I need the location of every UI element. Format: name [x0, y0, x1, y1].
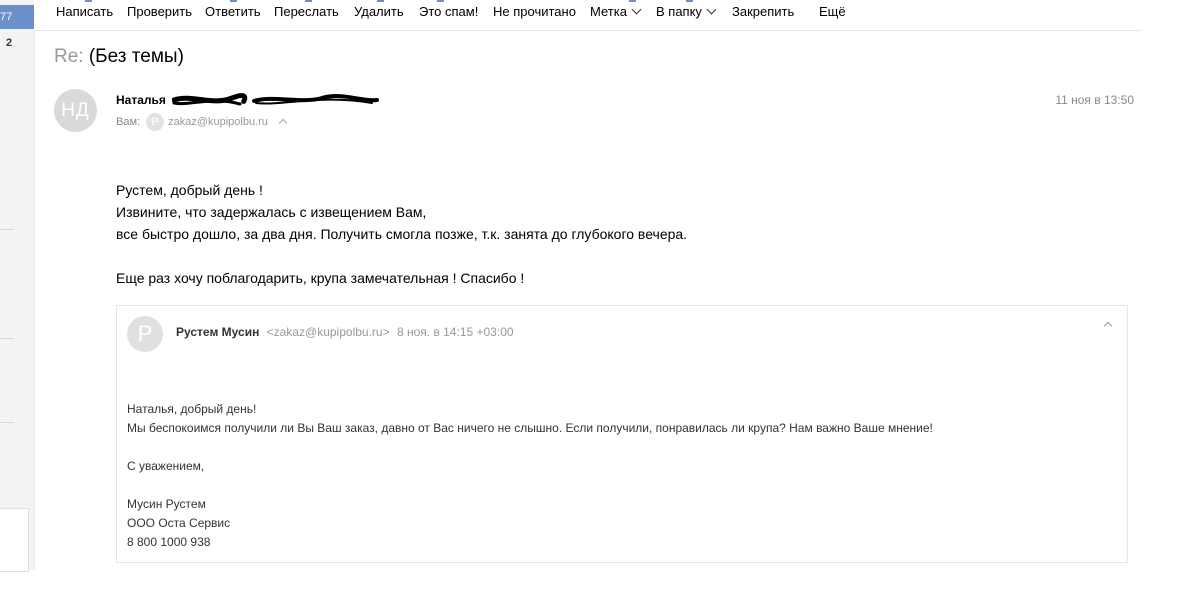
quoted-date: 8 ноя. в 14:15 +03:00 [396, 325, 514, 339]
quoted-sender-avatar: P [127, 316, 163, 352]
toolbar-tick [686, 0, 693, 2]
chevron-down-icon [706, 4, 717, 15]
message-toolbar: Написать Проверить Ответить Переслать Уд… [34, 0, 1142, 31]
quoted-sender-name[interactable]: Рустем Мусин [176, 325, 259, 339]
strip-panel [0, 508, 29, 572]
reply-button[interactable]: Ответить [205, 4, 261, 19]
toolbar-tick [305, 0, 312, 2]
folder-counter-unread[interactable]: 2 [6, 37, 12, 49]
recipient-row: Вам: Pzakaz@kupipolbu.ru [116, 113, 288, 131]
strip-divider [0, 338, 14, 339]
recipient-email[interactable]: zakaz@kupipolbu.ru [168, 116, 268, 128]
message-body: Рустем, добрый день ! Извините, что заде… [116, 179, 687, 289]
toolbar-tick [629, 0, 636, 2]
quoted-message: P Рустем Мусин <zakaz@kupipolbu.ru> 8 но… [116, 305, 1128, 563]
quoted-line: Мусин Рустем [127, 497, 206, 511]
move-to-folder-dropdown[interactable]: В папку [656, 4, 717, 19]
quoted-sender-email[interactable]: <zakaz@kupipolbu.ru> [267, 325, 390, 339]
message-date: 11 ноя в 13:50 [1055, 93, 1134, 107]
move-to-folder-text: В папку [656, 4, 702, 19]
sender-name[interactable]: Наталья [116, 93, 166, 107]
delete-button[interactable]: Удалить [354, 4, 404, 19]
forward-button[interactable]: Переслать [274, 4, 339, 19]
compose-button[interactable]: Написать [56, 4, 113, 19]
pin-button[interactable]: Закрепить [732, 4, 794, 19]
body-line: Еще раз хочу поблагодарить, крупа замеча… [116, 270, 525, 286]
quoted-line: Наталья, добрый день! [127, 402, 257, 416]
label-dropdown[interactable]: Метка [590, 4, 642, 19]
folder-counter-active[interactable]: 77 [0, 5, 34, 29]
chevron-down-icon [631, 4, 642, 15]
quoted-body: Наталья, добрый день! Мы беспокоимся пол… [127, 400, 933, 552]
sender-avatar[interactable]: НД [54, 89, 97, 132]
quoted-header: Рустем Мусин <zakaz@kupipolbu.ru> 8 ноя.… [176, 325, 514, 339]
spam-button[interactable]: Это спам! [419, 4, 478, 19]
quoted-line: ООО Оста Сервис [127, 516, 231, 530]
strip-divider [0, 229, 14, 230]
quoted-line: 8 800 1000 938 [127, 535, 211, 549]
folder-strip: 77 2 [0, 0, 35, 572]
check-mail-button[interactable]: Проверить [127, 4, 192, 19]
toolbar-tick [85, 0, 92, 2]
body-line: Рустем, добрый день ! [116, 182, 263, 198]
toolbar-tick [230, 0, 237, 2]
quoted-line: Мы беспокоимся получили ли Вы Ваш заказ,… [127, 421, 933, 435]
collapse-recipients-icon[interactable] [278, 118, 288, 128]
redaction-scribble [172, 93, 379, 106]
body-line: Извините, что задержалась с извещением В… [116, 204, 427, 220]
message-subject: Re: (Без темы) [54, 46, 184, 68]
subject-prefix: Re: [54, 46, 84, 67]
recipient-avatar: P [146, 113, 165, 131]
label-dropdown-text: Метка [590, 4, 627, 19]
strip-divider [0, 422, 14, 423]
to-label: Вам: [116, 115, 141, 128]
subject-title: (Без темы) [88, 46, 184, 67]
toolbar-tick [377, 0, 384, 2]
mark-unread-button[interactable]: Не прочитано [493, 4, 576, 19]
body-line: все быстро дошло, за два дня. Получить с… [116, 226, 688, 242]
quoted-line: С уважением, [127, 459, 205, 473]
collapse-quote-icon[interactable] [1103, 321, 1113, 331]
toolbar-tick [437, 0, 444, 2]
more-button[interactable]: Ещё [819, 4, 846, 19]
